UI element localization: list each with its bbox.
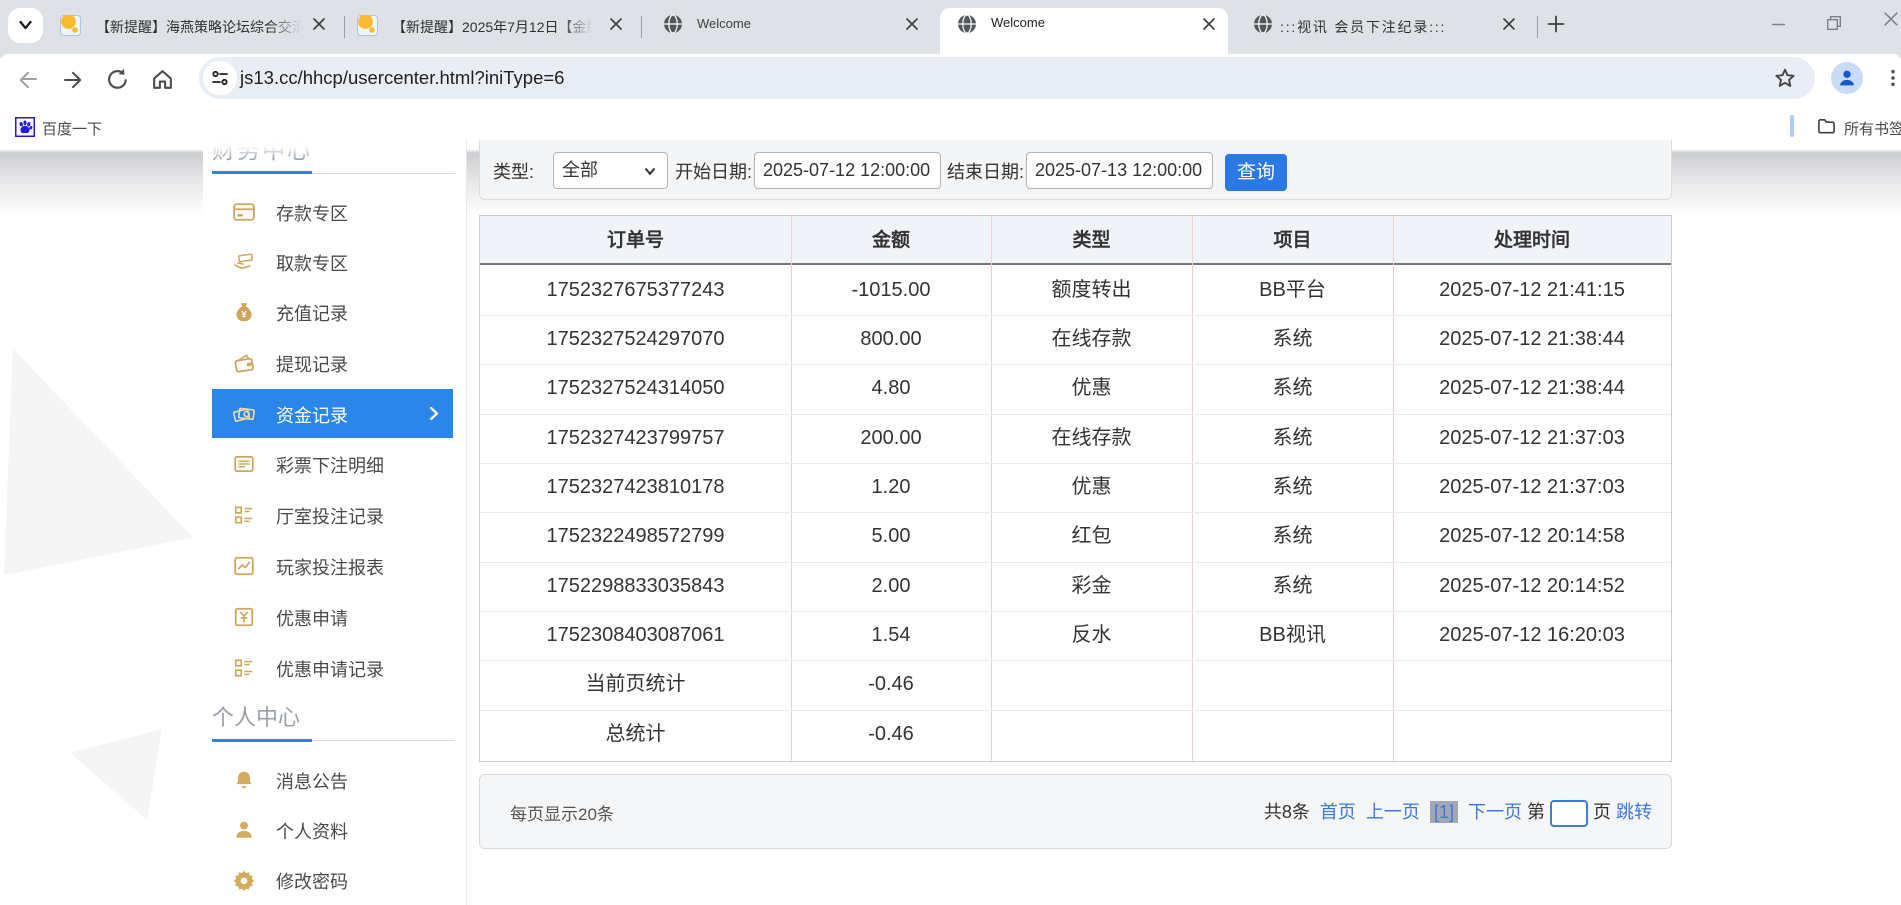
svg-text:¥: ¥ [241, 309, 247, 319]
